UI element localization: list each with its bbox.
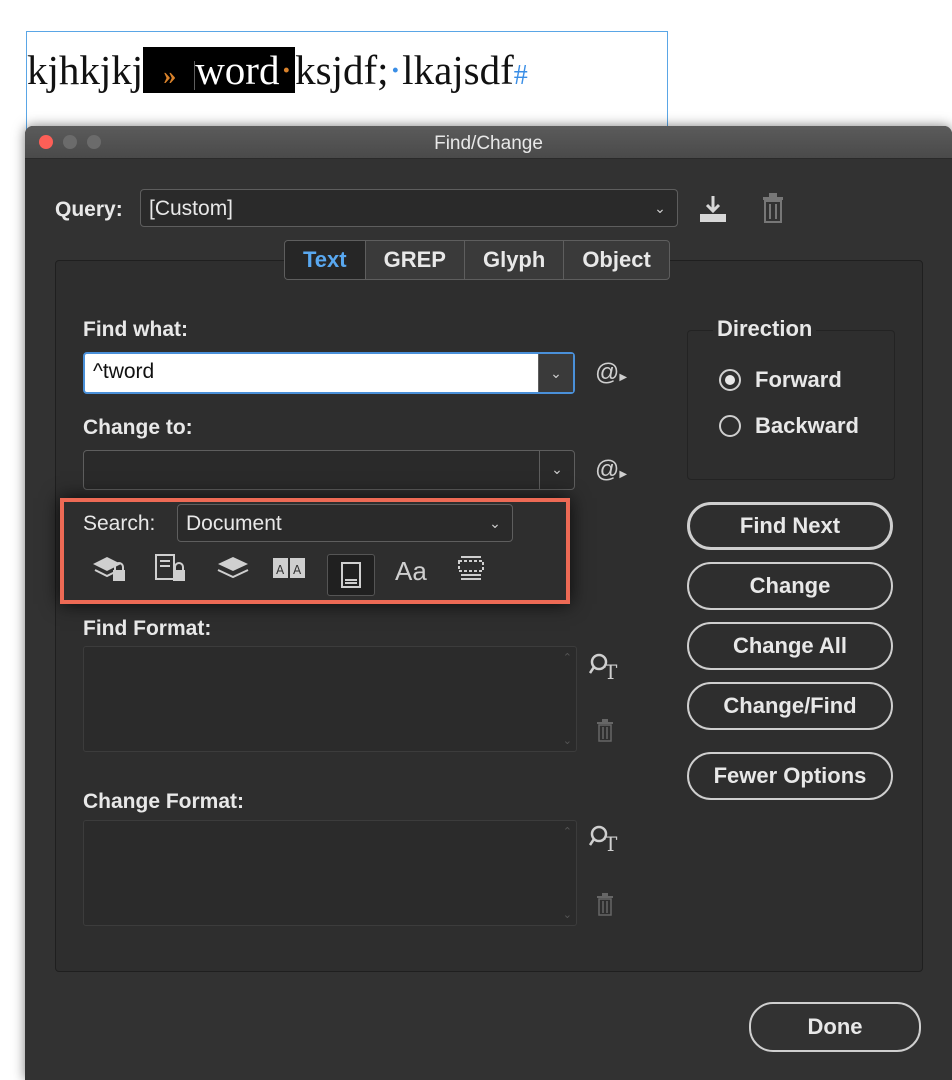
- svg-text:T: T: [604, 832, 618, 854]
- find-what-value: ^tword: [93, 360, 155, 383]
- change-all-button[interactable]: Change All: [687, 622, 893, 670]
- clear-find-format-icon[interactable]: [595, 718, 615, 748]
- change-button[interactable]: Change: [687, 562, 893, 610]
- text-frame: kjhkjkj» word·ksjdf;·lkajsdf#: [26, 31, 668, 131]
- scroll-down-icon[interactable]: ⌄: [563, 734, 572, 747]
- direction-title: Direction: [713, 316, 817, 342]
- scroll-up-icon[interactable]: ⌃: [563, 825, 572, 838]
- text-after: ksjdf;: [295, 47, 389, 93]
- scroll-up-icon[interactable]: ⌃: [563, 651, 572, 664]
- forward-label[interactable]: Forward: [755, 367, 842, 393]
- document-text-line: kjhkjkj» word·ksjdf;·lkajsdf#: [27, 46, 528, 100]
- title-bar[interactable]: Find/Change: [25, 126, 952, 159]
- save-query-icon[interactable]: [697, 194, 729, 230]
- dialog-title: Find/Change: [434, 133, 543, 154]
- specify-change-format-icon[interactable]: T: [588, 824, 623, 860]
- change-format-box[interactable]: ⌃ ⌄: [83, 820, 577, 926]
- chevron-down-icon: ⌄: [489, 515, 501, 531]
- done-button[interactable]: Done: [749, 1002, 921, 1052]
- end-of-story-marker: #: [513, 60, 528, 91]
- include-locked-layers-icon[interactable]: [91, 552, 127, 591]
- space-marker: ·: [279, 47, 294, 93]
- case-sensitive-icon[interactable]: Aa: [395, 556, 427, 587]
- selected-word: word: [195, 47, 280, 93]
- find-format-box[interactable]: ⌃ ⌄: [83, 646, 577, 752]
- scroll-down-icon[interactable]: ⌄: [563, 908, 572, 921]
- fewer-options-button[interactable]: Fewer Options: [687, 752, 893, 800]
- text-end: lkajsdf: [402, 47, 514, 93]
- find-next-button[interactable]: Find Next: [687, 502, 893, 550]
- selected-text: » word·: [143, 47, 296, 93]
- backward-radio[interactable]: [719, 415, 741, 437]
- svg-text:T: T: [604, 660, 618, 682]
- change-to-input[interactable]: ⌄: [83, 450, 575, 490]
- search-scope-dropdown[interactable]: Document ⌄: [177, 504, 513, 542]
- include-hidden-layers-icon[interactable]: [215, 552, 251, 591]
- svg-text:A: A: [276, 563, 285, 577]
- specify-find-format-icon[interactable]: T: [588, 652, 623, 688]
- find-change-dialog: Find/Change Query: [Custom] ⌄ Text GREP …: [25, 126, 952, 1080]
- direction-group: [687, 330, 895, 480]
- text-before: kjhkjkj: [27, 47, 144, 93]
- chevron-down-icon: ⌄: [654, 200, 666, 216]
- forward-radio[interactable]: [719, 369, 741, 391]
- find-what-input[interactable]: ^tword ⌄: [83, 352, 575, 394]
- include-locked-stories-icon[interactable]: [153, 552, 189, 591]
- tab-object[interactable]: Object: [564, 241, 668, 279]
- whole-word-icon[interactable]: [455, 552, 487, 591]
- tab-text[interactable]: Text: [285, 241, 366, 279]
- change-format-label: Change Format:: [83, 790, 245, 813]
- clear-change-format-icon[interactable]: [595, 892, 615, 922]
- find-format-label: Find Format:: [83, 617, 212, 640]
- query-dropdown[interactable]: [Custom] ⌄: [140, 189, 678, 227]
- mode-tabs: Text GREP Glyph Object: [284, 240, 670, 280]
- query-label: Query:: [55, 198, 123, 221]
- delete-query-icon[interactable]: [760, 192, 786, 230]
- include-master-pages-icon[interactable]: AA: [271, 552, 307, 591]
- tab-marker: »: [145, 61, 196, 90]
- query-value: [Custom]: [149, 197, 234, 220]
- change-to-label: Change to:: [83, 416, 193, 439]
- special-characters-change-icon[interactable]: @▶: [595, 456, 627, 484]
- tab-glyph[interactable]: Glyph: [465, 241, 565, 279]
- find-what-label: Find what:: [83, 318, 188, 341]
- chevron-down-icon[interactable]: ⌄: [539, 451, 574, 489]
- chevron-down-icon[interactable]: ⌄: [538, 354, 573, 392]
- svg-text:A: A: [293, 563, 302, 577]
- change-find-button[interactable]: Change/Find: [687, 682, 893, 730]
- tab-grep[interactable]: GREP: [366, 241, 465, 279]
- search-scope-value: Document: [186, 512, 282, 535]
- search-label: Search:: [83, 512, 156, 535]
- backward-label[interactable]: Backward: [755, 413, 859, 439]
- include-footnotes-icon[interactable]: [327, 554, 375, 596]
- special-characters-find-icon[interactable]: @▶: [595, 359, 627, 387]
- space-marker-2: ·: [388, 47, 403, 93]
